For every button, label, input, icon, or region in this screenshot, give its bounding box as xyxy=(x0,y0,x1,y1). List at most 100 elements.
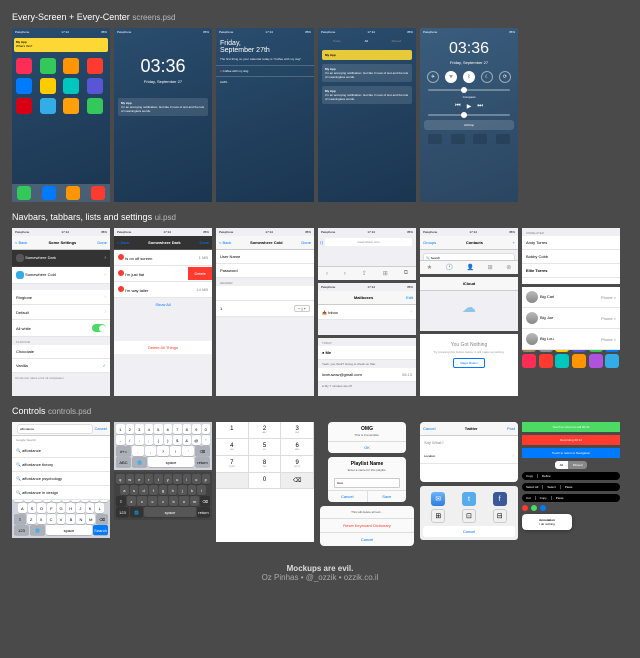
cancel-button[interactable]: Cancel xyxy=(423,526,515,537)
airdrop-button[interactable]: AirDrop xyxy=(424,120,514,130)
twitter-share-icon[interactable]: t xyxy=(462,492,476,506)
key[interactable]: j xyxy=(178,485,187,495)
numeric-key[interactable]: 123 xyxy=(14,525,29,535)
delete-all-button[interactable]: Delete All Things xyxy=(114,341,212,354)
keypad-4[interactable]: 4GHI xyxy=(216,439,249,455)
in-call-bar[interactable]: Touch to return to call 00:41 xyxy=(522,422,620,432)
search-input[interactable]: affordance xyxy=(17,424,93,434)
contacts-icon[interactable]: 👤 xyxy=(467,264,474,271)
globe-key[interactable]: 🌐 xyxy=(30,525,45,535)
dock-icon[interactable] xyxy=(17,186,31,200)
backspace-key[interactable]: ⌫ xyxy=(195,446,210,456)
nc-notif[interactable]: My App xyxy=(322,50,412,60)
delete-icon[interactable] xyxy=(118,270,124,276)
space-key[interactable]: space xyxy=(148,457,194,467)
alert-input[interactable]: Give xyxy=(334,478,400,488)
play-icon[interactable]: ▶ xyxy=(467,103,472,110)
key[interactable]: c xyxy=(148,496,158,506)
nc-stock-item[interactable]: AAPL xyxy=(216,76,314,87)
key[interactable]: M xyxy=(86,514,95,524)
groups-button[interactable]: Groups xyxy=(423,240,436,245)
app-icon[interactable] xyxy=(40,78,56,94)
keypad-7[interactable]: 7PQRS xyxy=(216,456,249,472)
tabs-icon[interactable]: ⧉ xyxy=(404,270,408,277)
search-result[interactable]: 🔍 affordance xyxy=(12,444,110,458)
key[interactable]: " xyxy=(202,435,211,445)
key[interactable]: b xyxy=(169,496,179,506)
define-action[interactable]: Define xyxy=(538,474,555,478)
airplane-icon[interactable]: ✈ xyxy=(427,71,439,83)
back-button[interactable]: < Back xyxy=(15,240,27,245)
key[interactable]: 0 xyxy=(202,424,211,434)
nc-calendar-item[interactable]: ■ Coffee with my dog xyxy=(216,65,314,76)
key[interactable]: 2 xyxy=(126,424,135,434)
key[interactable]: h xyxy=(168,485,177,495)
key[interactable]: Z xyxy=(27,514,36,524)
post-button[interactable]: Post xyxy=(507,426,515,431)
show-all-link[interactable]: Show All xyxy=(114,298,212,311)
key[interactable]: : xyxy=(135,435,144,445)
key[interactable]: 9 xyxy=(192,424,201,434)
msg-row[interactable]: loveuwow@gmail.com08:13 xyxy=(318,368,416,382)
paste-action[interactable]: Paste xyxy=(561,485,577,489)
list-item[interactable]: Chocolate xyxy=(12,345,110,359)
keypad-5[interactable]: 5JKL xyxy=(249,439,282,455)
bluetooth-icon[interactable]: ᛒ xyxy=(463,71,475,83)
key[interactable]: v xyxy=(158,496,168,506)
key[interactable]: N xyxy=(76,514,85,524)
key[interactable]: 8 xyxy=(183,424,192,434)
key[interactable]: X xyxy=(37,514,46,524)
app-icon[interactable] xyxy=(40,98,56,114)
recording-bar[interactable]: Recording 00:12 xyxy=(522,435,620,445)
reset-button[interactable]: Reset Keyboard Dictionary xyxy=(320,518,414,532)
key[interactable]: a xyxy=(120,485,129,495)
key[interactable]: G xyxy=(57,503,66,513)
msg-row[interactable]: ● Me xyxy=(318,346,416,360)
key[interactable]: g xyxy=(159,485,168,495)
key[interactable]: ? xyxy=(157,446,169,456)
action-icon[interactable]: ⊞ xyxy=(431,509,445,523)
list-item[interactable]: Default› xyxy=(12,305,110,320)
keypad-icon[interactable]: ⊞ xyxy=(488,264,493,271)
input-username[interactable]: User Name xyxy=(216,250,314,264)
next-icon[interactable]: ⏭ xyxy=(477,103,482,110)
save-button[interactable]: Save xyxy=(367,491,407,502)
key[interactable]: $ xyxy=(173,435,182,445)
key[interactable]: 3 xyxy=(135,424,144,434)
key[interactable]: V xyxy=(57,514,66,524)
key[interactable]: k xyxy=(188,485,197,495)
key[interactable]: x xyxy=(137,496,147,506)
delete-icon[interactable] xyxy=(118,254,124,260)
abc-key[interactable]: ABC xyxy=(116,457,131,467)
key[interactable]: / xyxy=(126,435,135,445)
delete-button[interactable]: Delete xyxy=(188,267,212,280)
numeric-key[interactable]: 123 xyxy=(116,507,129,517)
action-icon[interactable]: ⊟ xyxy=(493,509,507,523)
cancel-button[interactable]: Cancel xyxy=(95,426,107,431)
nc-notif[interactable]: My AppI'm an annoying notification. Got … xyxy=(322,86,412,104)
timer-icon[interactable] xyxy=(451,134,465,144)
keypad-3[interactable]: 3DEF xyxy=(281,422,314,438)
key[interactable]: 7 xyxy=(173,424,182,434)
search-result[interactable]: 🔍 affordance in design xyxy=(12,486,110,500)
tweet-input[interactable]: Say What? xyxy=(420,436,518,449)
backspace-key[interactable]: ⌫ xyxy=(200,496,210,506)
key[interactable]: . xyxy=(132,446,144,456)
recents-icon[interactable]: 🕐 xyxy=(446,264,453,271)
done-button[interactable]: Done xyxy=(199,240,209,245)
key[interactable]: ' xyxy=(182,446,194,456)
keypad-1[interactable]: 1 xyxy=(216,422,249,438)
key[interactable]: o xyxy=(192,474,201,484)
app-icon[interactable] xyxy=(87,78,103,94)
back-icon[interactable]: ‹ xyxy=(326,271,328,277)
app-icon[interactable] xyxy=(40,58,56,74)
magic-button[interactable]: Magic Button xyxy=(453,358,485,368)
fav-row[interactable]: Big JoePhone > xyxy=(522,308,620,329)
add-button[interactable]: + xyxy=(513,240,515,245)
key[interactable]: K xyxy=(86,503,95,513)
select-action[interactable]: Select xyxy=(543,485,560,489)
app-icon[interactable] xyxy=(16,58,32,74)
key[interactable]: 5 xyxy=(154,424,163,434)
app-icon[interactable] xyxy=(16,78,32,94)
mailbox-inbox[interactable]: 📥 Inbox› xyxy=(318,305,416,320)
